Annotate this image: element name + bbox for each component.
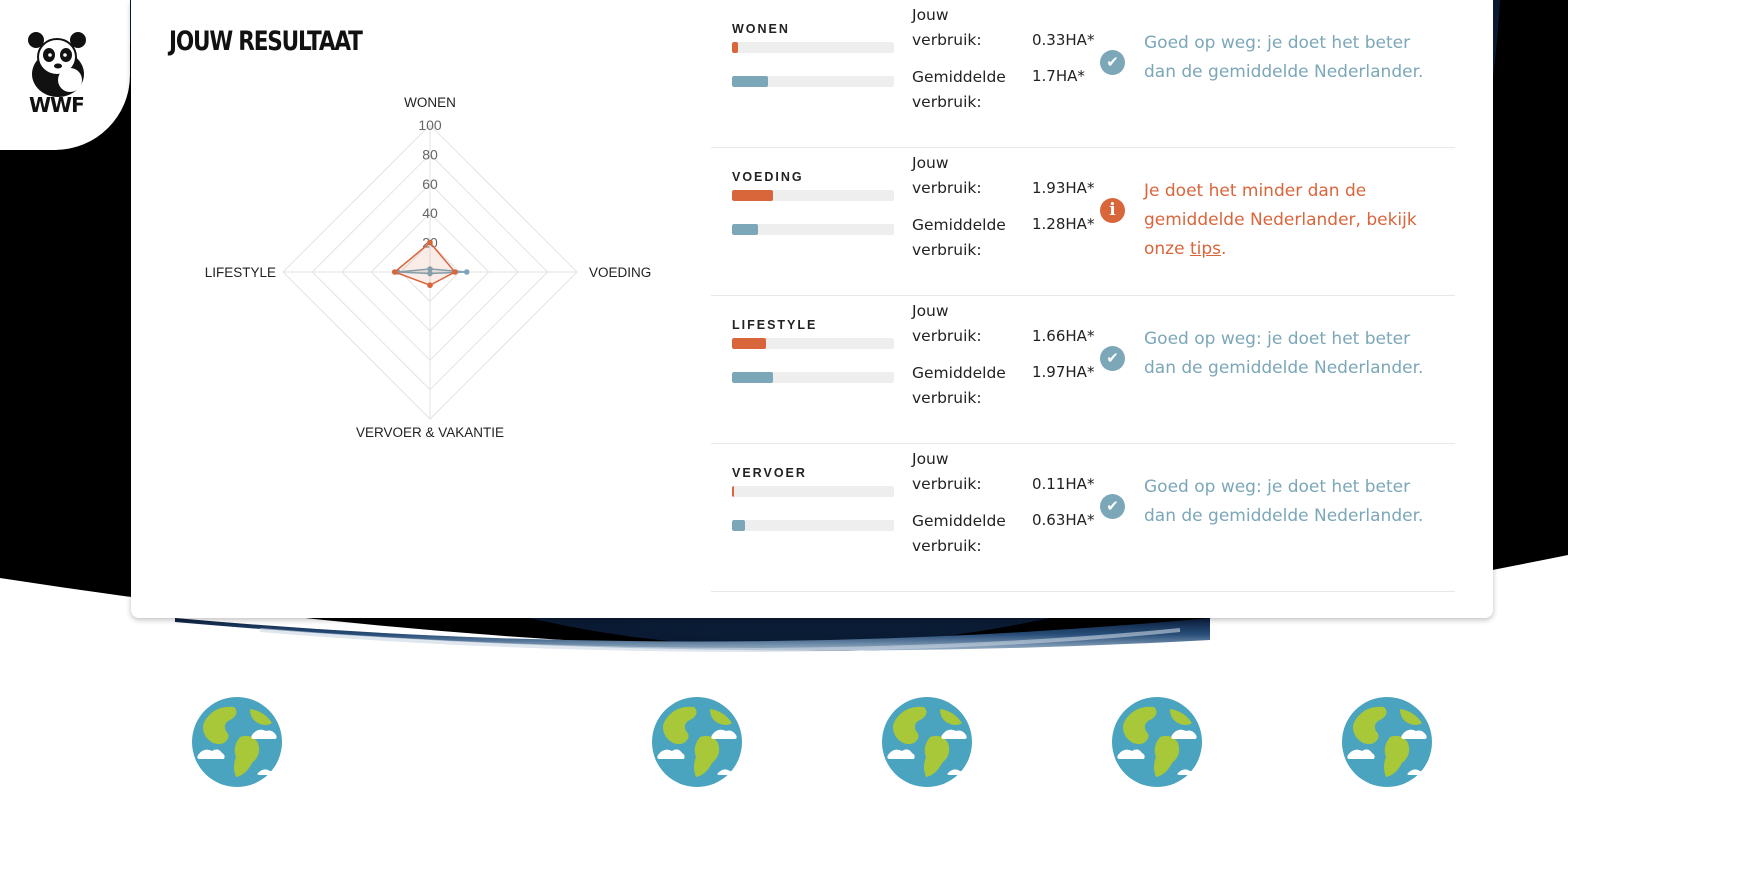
average-usage-bar xyxy=(732,76,894,87)
page-title: JOUW RESULTAAT xyxy=(169,26,363,57)
check-icon: ✔ xyxy=(1100,50,1125,75)
message-text-end: . xyxy=(1221,239,1227,259)
average-usage-label: Gemiddelde verbruik: xyxy=(912,512,1006,555)
category-message: Goed op weg: je doet het beter dan de ge… xyxy=(1144,329,1424,378)
your-usage-label: Jouw verbruik: xyxy=(912,302,982,345)
average-usage-value: 0.63HA* xyxy=(1032,511,1095,529)
category-name: VOEDING xyxy=(732,170,804,184)
average-usage-bar xyxy=(732,520,894,531)
radar-axis-label: LIFESTYLE xyxy=(205,265,276,280)
your-usage-value: 0.11HA* xyxy=(1032,475,1095,493)
check-icon: ✔ xyxy=(1100,346,1125,371)
category-name: VERVOER xyxy=(732,466,807,480)
average-usage-fill xyxy=(732,520,745,531)
your-usage-label: Jouw verbruik: xyxy=(912,450,982,493)
radar-point xyxy=(391,269,398,275)
average-usage-value: 1.28HA* xyxy=(1032,215,1095,233)
your-usage-bar xyxy=(732,486,894,497)
radar-point xyxy=(463,269,470,275)
category-name: WONEN xyxy=(732,22,790,36)
average-usage-label: Gemiddelde verbruik: xyxy=(912,364,1006,407)
radar-tick-label: 100 xyxy=(418,117,442,133)
category-row: VERVOER Jouw verbruik: Gemiddelde verbru… xyxy=(711,444,1455,592)
category-name: LIFESTYLE xyxy=(732,318,818,332)
your-usage-fill xyxy=(732,486,734,497)
your-usage-bar xyxy=(732,42,894,53)
category-row: VOEDING Jouw verbruik: Gemiddelde verbru… xyxy=(711,148,1455,296)
radar-axis-label: VERVOER & VAKANTIE xyxy=(356,425,504,440)
radar-point xyxy=(427,239,433,246)
average-usage-label: Gemiddelde verbruik: xyxy=(912,216,1006,259)
message-text: Je doet het minder dan de gemiddelde Ned… xyxy=(1144,181,1417,259)
average-usage-bar xyxy=(732,372,894,383)
your-usage-value: 1.66HA* xyxy=(1032,327,1095,345)
average-usage-fill xyxy=(732,76,768,87)
category-message: Goed op weg: je doet het beter dan de ge… xyxy=(1144,33,1424,82)
average-usage-value: 1.7HA* xyxy=(1032,67,1085,85)
tips-link[interactable]: tips xyxy=(1190,239,1221,259)
category-row: LIFESTYLE Jouw verbruik: Gemiddelde verb… xyxy=(711,296,1455,444)
radar-series-area xyxy=(393,241,457,287)
category-row: WONEN Jouw verbruik: Gemiddelde verbruik… xyxy=(711,0,1455,148)
category-list: WONEN Jouw verbruik: Gemiddelde verbruik… xyxy=(711,0,1455,592)
logo-wordmark: WWF xyxy=(29,93,85,117)
average-usage-fill xyxy=(732,224,758,235)
your-usage-value: 1.93HA* xyxy=(1032,179,1095,197)
your-usage-label: Jouw verbruik: xyxy=(912,154,982,197)
globe-icon xyxy=(1342,697,1432,787)
your-usage-fill xyxy=(732,338,767,349)
globe-icon xyxy=(1112,697,1202,787)
your-usage-value: 0.33HA* xyxy=(1032,31,1095,49)
radar-point xyxy=(427,282,433,289)
average-usage-value: 1.97HA* xyxy=(1032,363,1095,381)
your-usage-bar xyxy=(732,338,894,349)
globe-icon xyxy=(652,697,742,787)
radar-axis-label: VOEDING xyxy=(589,265,651,280)
check-icon: ✔ xyxy=(1100,494,1125,519)
radar-chart: 20406080100WONENVOEDINGVERVOER & VAKANTI… xyxy=(205,95,652,440)
average-usage-fill xyxy=(732,372,773,383)
result-card: JOUW RESULTAAT 20406080100WONENVOEDINGVE… xyxy=(131,0,1493,618)
your-usage-fill xyxy=(732,190,773,201)
average-usage-label: Gemiddelde verbruik: xyxy=(912,68,1006,111)
radar-point xyxy=(452,269,458,275)
globe-icon xyxy=(192,697,282,787)
radar-tick-label: 40 xyxy=(422,205,438,221)
radar-tick-label: 80 xyxy=(422,146,438,162)
info-icon: i xyxy=(1100,198,1125,223)
radar-tick-label: 60 xyxy=(422,176,438,192)
your-usage-fill xyxy=(732,42,739,53)
your-usage-bar xyxy=(732,190,894,201)
radar-axis-label: WONEN xyxy=(404,95,456,110)
average-usage-bar xyxy=(732,224,894,235)
category-message: Goed op weg: je doet het beter dan de ge… xyxy=(1144,477,1424,526)
globe-icon xyxy=(882,697,972,787)
category-message: Je doet het minder dan de gemiddelde Ned… xyxy=(1144,177,1444,264)
your-usage-label: Jouw verbruik: xyxy=(912,6,982,49)
